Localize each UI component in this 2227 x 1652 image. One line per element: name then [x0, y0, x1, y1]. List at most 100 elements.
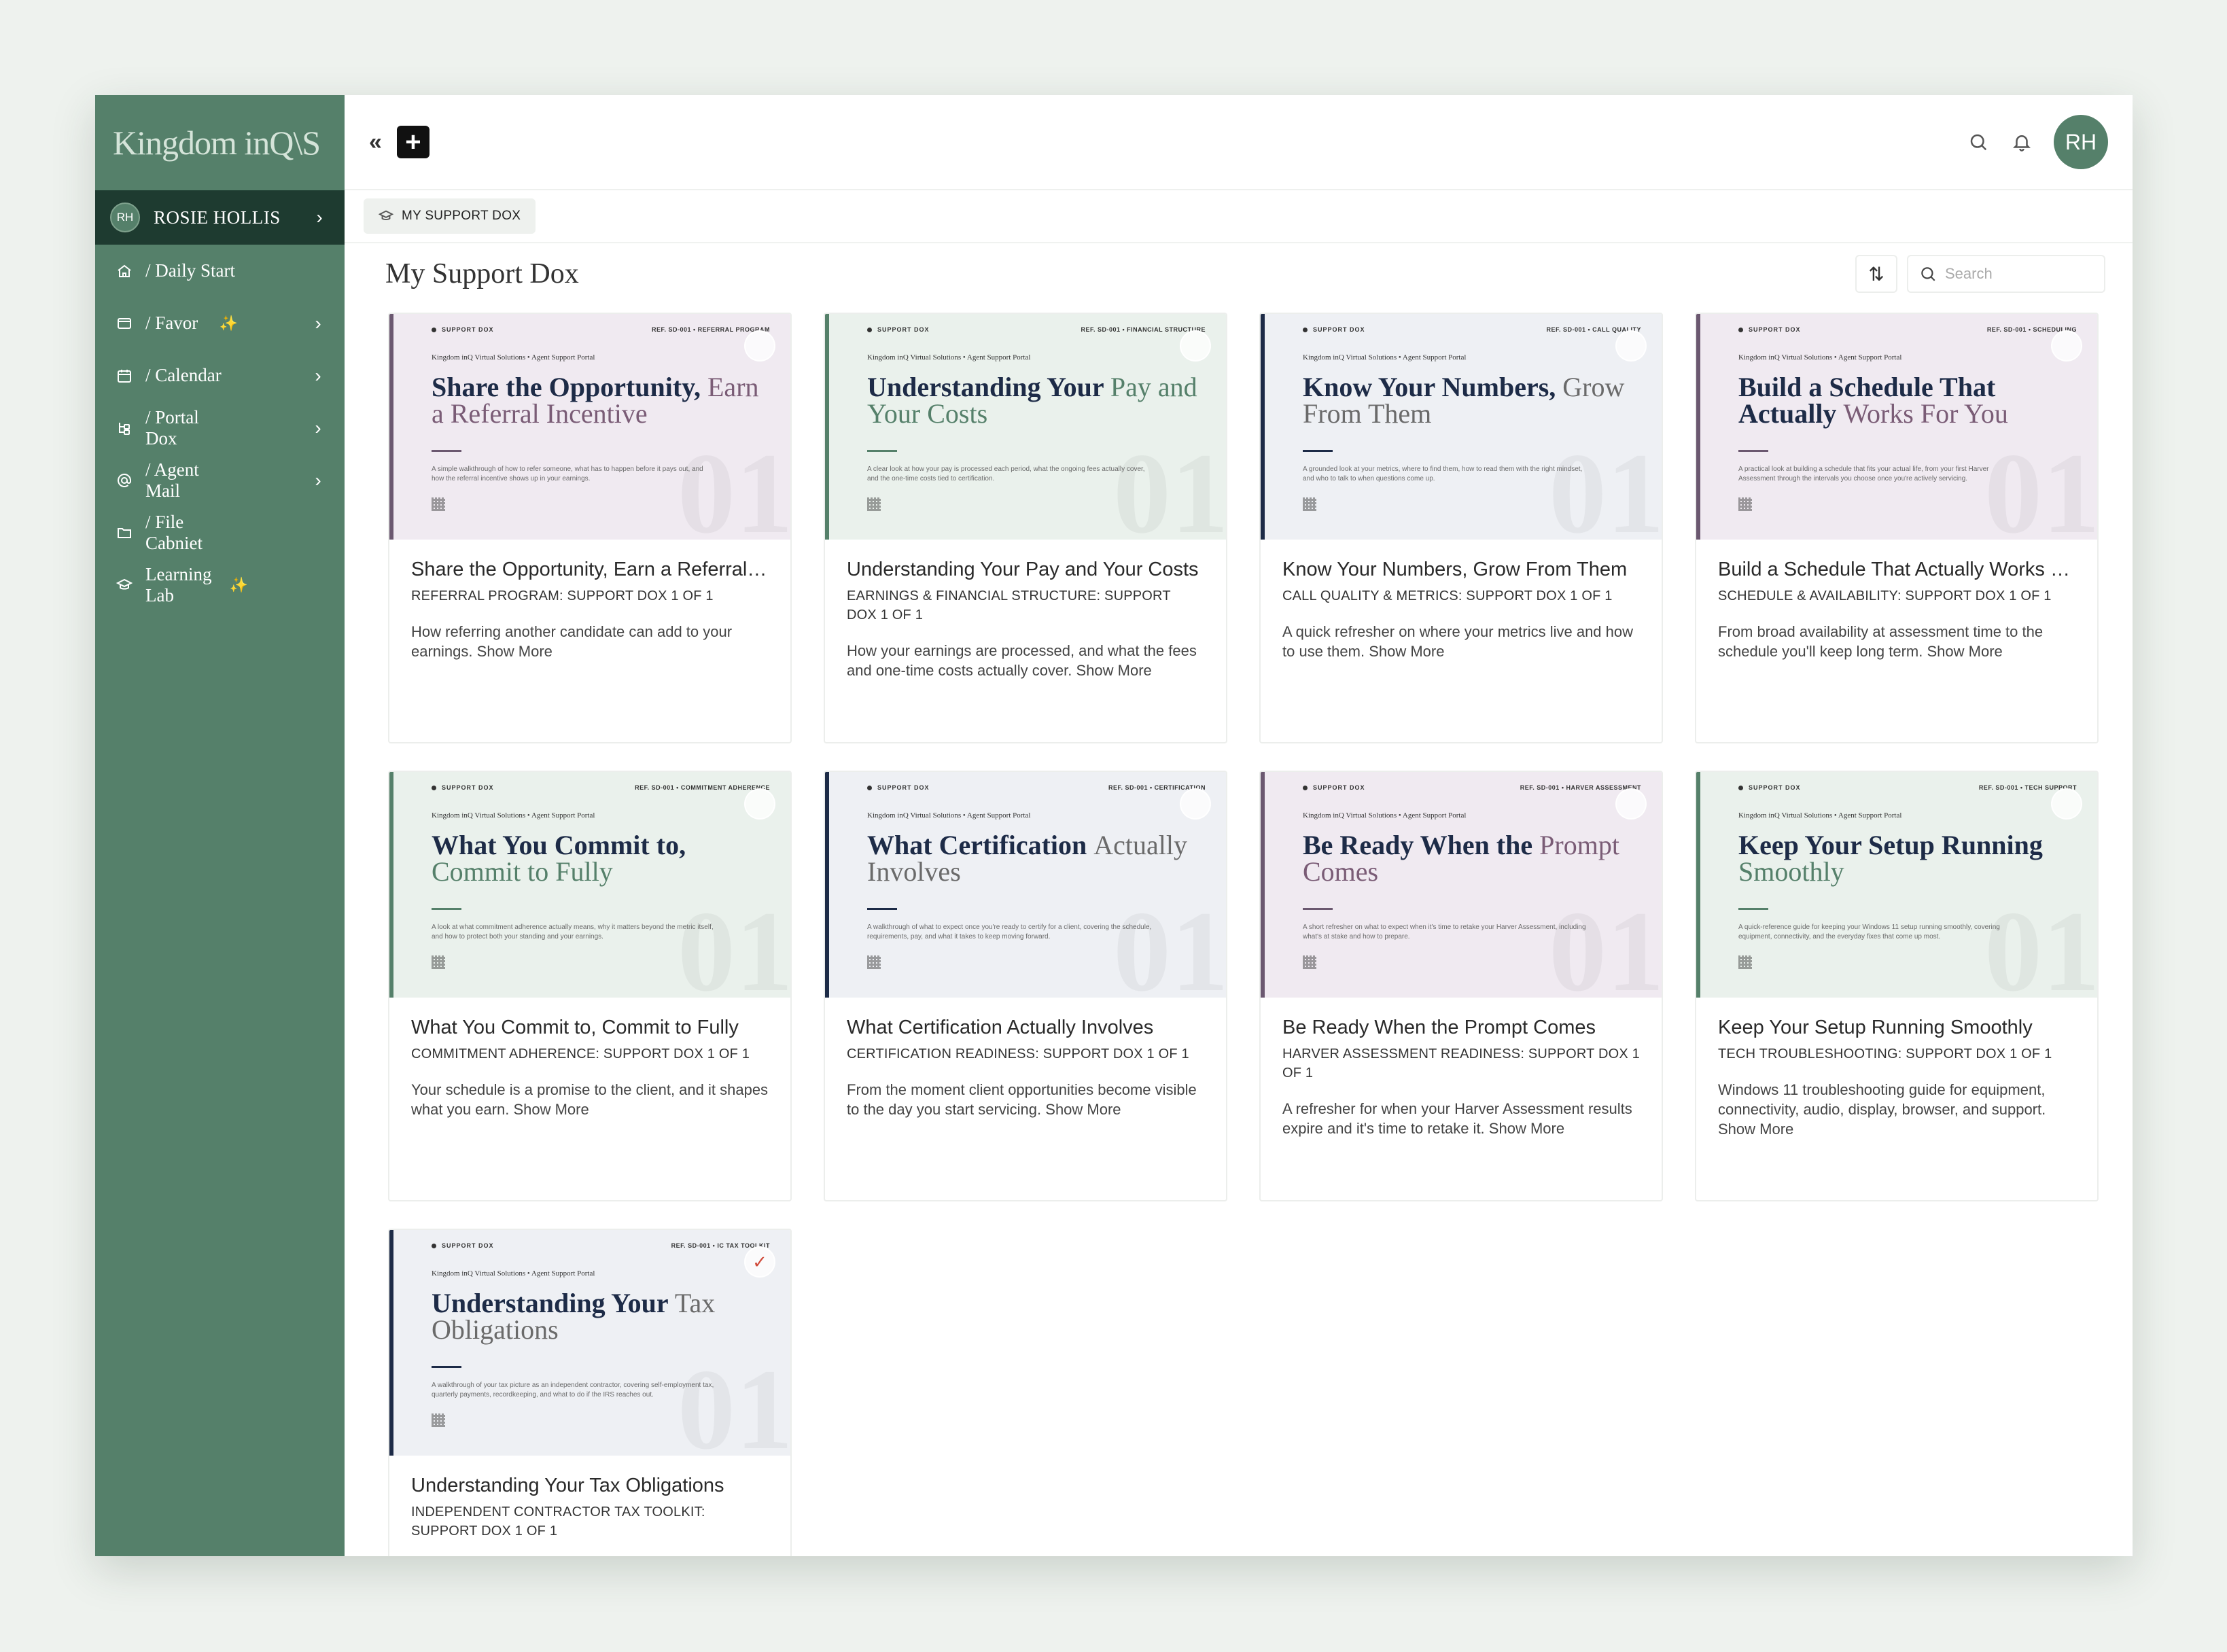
completion-status-icon[interactable]: ✓: [744, 1246, 775, 1278]
sidebar-item[interactable]: / Daily Start: [95, 245, 345, 297]
support-doc-card[interactable]: SUPPORT DOX REF. SD-001 • COMMITMENT ADHE…: [388, 771, 792, 1201]
show-more-link[interactable]: Show More: [1076, 662, 1152, 679]
support-doc-card[interactable]: SUPPORT DOX REF. SD-001 • FINANCIAL STRUC…: [824, 313, 1227, 743]
thumbnail-description: A quick-reference guide for keeping your…: [1738, 924, 2000, 941]
card-category: REFERRAL PROGRAM: SUPPORT DOX 1 OF 1: [411, 588, 714, 603]
thumbnail-rule: [432, 1366, 461, 1368]
graduation-cap-icon: [114, 575, 135, 595]
qr-code-icon: [1738, 955, 1752, 969]
search-input[interactable]: [1945, 265, 2081, 283]
sparkle-icon: ✨: [219, 314, 239, 332]
thumbnail-number: 01: [1984, 885, 2097, 998]
search-icon: [1921, 267, 1935, 281]
thumbnail-description: A walkthrough of your tax picture as an …: [432, 1382, 714, 1399]
sidebar-item[interactable]: / Portal Dox ›: [95, 402, 345, 454]
user-avatar[interactable]: RH: [2054, 115, 2108, 169]
show-more-link[interactable]: Show More: [477, 643, 553, 660]
completion-status-icon[interactable]: [744, 788, 775, 820]
completion-status-icon[interactable]: [1180, 788, 1211, 820]
card-category: COMMITMENT ADHERENCE: SUPPORT DOX 1 OF 1: [411, 1047, 750, 1061]
card-thumbnail: SUPPORT DOX REF. SD-001 • SCHEDULING Kingd…: [1696, 314, 2097, 540]
support-doc-card[interactable]: SUPPORT DOX REF. SD-001 • CALL QUALITY Kin…: [1259, 313, 1663, 743]
thumbnail-portal: Kingdom inQ Virtual Solutions • Agent Su…: [867, 811, 1031, 820]
thumbnail-tag: SUPPORT DOX: [432, 1242, 494, 1249]
user-menu[interactable]: RH ROSIE HOLLIS ›: [95, 190, 345, 245]
show-more-link[interactable]: Show More: [1927, 643, 2003, 660]
support-doc-card[interactable]: SUPPORT DOX REF. SD-001 • IC TAX TOOLKIT K…: [388, 1229, 792, 1556]
at-icon: [114, 470, 135, 491]
sidebar-item[interactable]: / Calendar ›: [95, 349, 345, 402]
show-more-link[interactable]: Show More: [1369, 643, 1444, 660]
bell-icon[interactable]: [2010, 130, 2033, 154]
thumbnail-title: What Certification Actually Involves: [867, 832, 1199, 885]
thumbnail-title: Share the Opportunity, Earn a Referral I…: [432, 374, 763, 427]
chevron-right-icon: ›: [315, 469, 321, 491]
thumbnail-portal: Kingdom inQ Virtual Solutions • Agent Su…: [1738, 811, 1902, 820]
collapse-sidebar-button[interactable]: «: [369, 129, 382, 156]
breadcrumb-item[interactable]: MY SUPPORT DOX: [364, 198, 536, 234]
thumbnail-title: Be Ready When the Prompt Comes: [1303, 832, 1634, 885]
thumbnail-title: Understanding Your Tax Obligations: [432, 1290, 763, 1343]
completion-status-icon[interactable]: [1180, 330, 1211, 362]
qr-code-icon: [1303, 955, 1316, 969]
thumbnail-portal: Kingdom inQ Virtual Solutions • Agent Su…: [1738, 353, 1902, 362]
thumbnail-rule: [1303, 450, 1333, 452]
thumbnail-ref: REF. SD-001 • COMMITMENT ADHERENCE: [635, 784, 770, 791]
thumbnail-description: A look at what commitment adherence actu…: [432, 924, 714, 941]
thumbnail-title-accent: Works For You: [1843, 398, 2008, 429]
support-doc-card[interactable]: SUPPORT DOX REF. SD-001 • REFERRAL PROGRA…: [388, 313, 792, 743]
thumbnail-description: A grounded look at your metrics, where t…: [1303, 465, 1583, 482]
search-icon[interactable]: [1967, 130, 1990, 154]
qr-code-icon: [1303, 497, 1316, 511]
tree-icon: [114, 418, 135, 438]
thumbnail-title: Know Your Numbers, Grow From Them: [1303, 374, 1634, 427]
show-more-link[interactable]: Show More: [1489, 1120, 1564, 1137]
thumbnail-title: Build a Schedule That Actually Works For…: [1738, 374, 2070, 427]
card-thumbnail: SUPPORT DOX REF. SD-001 • CERTIFICATION Ki…: [825, 772, 1226, 998]
support-doc-card[interactable]: SUPPORT DOX REF. SD-001 • TECH SUPPORT Kin…: [1695, 771, 2099, 1201]
thumbnail-portal: Kingdom inQ Virtual Solutions • Agent Su…: [432, 353, 595, 362]
thumbnail-description: A practical look at building a schedule …: [1738, 465, 1989, 482]
card-title: Keep Your Setup Running Smoothly: [1718, 1017, 2033, 1038]
thumbnail-tag: SUPPORT DOX: [1738, 784, 1801, 791]
thumbnail-number: 01: [1549, 885, 1662, 998]
app-window: Kingdom inQ\S RH ROSIE HOLLIS › / Daily …: [95, 95, 2133, 1556]
sort-button[interactable]: ⇅: [1855, 255, 1897, 293]
qr-code-icon: [432, 955, 445, 969]
completion-status-icon[interactable]: [1615, 788, 1647, 820]
support-doc-card[interactable]: SUPPORT DOX REF. SD-001 • HARVER ASSESSME…: [1259, 771, 1663, 1201]
card-category: HARVER ASSESSMENT READINESS: SUPPORT DOX…: [1282, 1047, 1640, 1080]
sidebar-item[interactable]: / Agent Mail ›: [95, 454, 345, 506]
search-box: [1907, 255, 2105, 293]
show-more-link[interactable]: Show More: [1045, 1101, 1121, 1118]
top-bar: « + RH: [345, 95, 2133, 190]
thumbnail-number: 01: [678, 1343, 790, 1456]
completion-status-icon[interactable]: [2051, 330, 2082, 362]
avatar: RH: [110, 203, 140, 232]
card-grid: SUPPORT DOX REF. SD-001 • REFERRAL PROGRA…: [388, 313, 2099, 1556]
thumbnail-rule: [1738, 450, 1768, 452]
qr-code-icon: [867, 955, 881, 969]
card-category: SCHEDULE & AVAILABILITY: SUPPORT DOX 1 O…: [1718, 588, 2052, 603]
thumbnail-title: Understanding Your Pay and Your Costs: [867, 374, 1199, 427]
support-doc-card[interactable]: SUPPORT DOX REF. SD-001 • CERTIFICATION Ki…: [824, 771, 1227, 1201]
card-description: How referring another candidate can add …: [411, 622, 769, 661]
breadcrumb-label: MY SUPPORT DOX: [402, 209, 521, 223]
card-thumbnail: SUPPORT DOX REF. SD-001 • CALL QUALITY Kin…: [1261, 314, 1662, 540]
show-more-link[interactable]: Show More: [1718, 1121, 1793, 1138]
card-description-text: A refresher for when your Harver Assessm…: [1282, 1100, 1632, 1137]
card-description-text: A quick refresher on where your metrics …: [1282, 623, 1634, 660]
user-name: ROSIE HOLLIS: [154, 207, 281, 228]
sidebar-item[interactable]: / File Cabniet: [95, 506, 345, 559]
support-doc-card[interactable]: SUPPORT DOX REF. SD-001 • SCHEDULING Kingd…: [1695, 313, 2099, 743]
sidebar-item[interactable]: / Favor ✨ ›: [95, 297, 345, 349]
thumbnail-title-accent: Smoothly: [1738, 856, 1844, 887]
sidebar-item[interactable]: Learning Lab ✨: [95, 559, 345, 611]
thumbnail-number: 01: [678, 427, 790, 540]
completion-status-icon[interactable]: [2051, 788, 2082, 820]
completion-status-icon[interactable]: [1615, 330, 1647, 362]
show-more-link[interactable]: Show More: [513, 1101, 589, 1118]
thumbnail-title-accent: Commit to Fully: [432, 856, 613, 887]
completion-status-icon[interactable]: [744, 330, 775, 362]
new-item-button[interactable]: +: [396, 126, 429, 158]
